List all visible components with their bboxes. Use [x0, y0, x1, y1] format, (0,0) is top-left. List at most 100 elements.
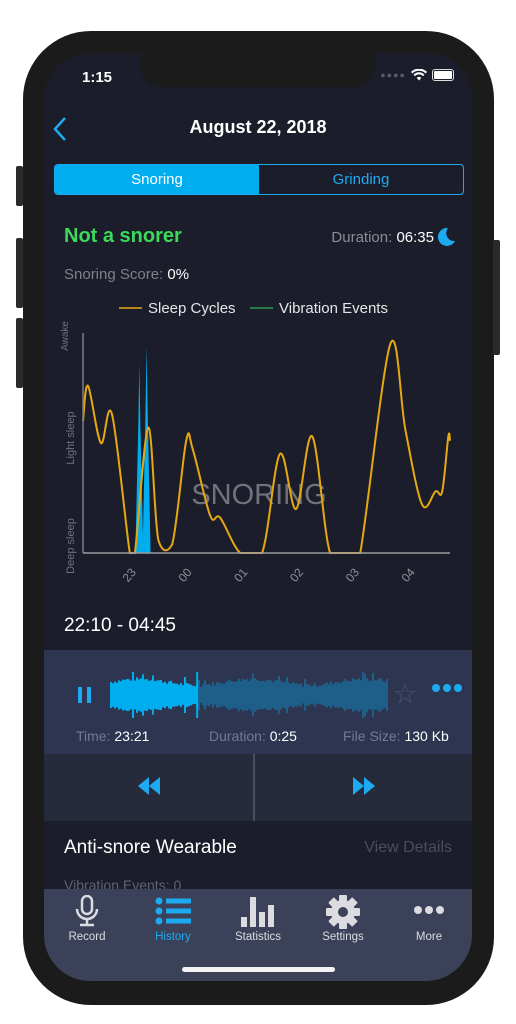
waveform-bar	[174, 683, 176, 707]
waveform-bar	[110, 682, 112, 708]
more-dots-icon	[414, 906, 444, 914]
segment-grinding[interactable]: Grinding	[259, 165, 463, 194]
waveform-bar	[290, 683, 292, 707]
recording-time: Time: 23:21	[76, 728, 149, 744]
waveform-bar	[176, 683, 178, 707]
waveform-bar	[340, 683, 342, 707]
waveform-bar	[294, 683, 296, 707]
waveform-bar	[238, 678, 240, 712]
waveform-bar	[140, 678, 142, 712]
waveform-bar	[214, 685, 216, 705]
more-dots-icon[interactable]	[431, 683, 463, 693]
snorer-verdict: Not a snorer	[64, 225, 182, 247]
waveform-bar	[262, 680, 264, 710]
waveform-bar	[364, 673, 366, 717]
waveform-bar	[282, 682, 284, 708]
tab-label: Record	[68, 931, 106, 943]
waveform-bar	[312, 685, 314, 705]
x-tick-label: 03	[343, 565, 363, 584]
waveform-bar	[200, 686, 202, 704]
waveform-bar	[348, 680, 350, 710]
waveform-bar	[338, 682, 340, 708]
x-tick-label: 02	[287, 565, 307, 584]
screen: 1:15 ●●●● August 22, 2018 Snoring Grindi…	[44, 53, 472, 981]
moon-icon	[437, 227, 455, 246]
segment-snoring[interactable]: Snoring	[55, 165, 259, 194]
waveform-bar	[342, 681, 344, 709]
x-tick-label: 01	[231, 565, 251, 584]
waveform-bar	[314, 682, 316, 708]
waveform-bar	[308, 684, 310, 706]
duration-value: 06:35	[396, 229, 434, 246]
bar-chart-icon	[241, 897, 274, 927]
waveform-bar	[132, 672, 134, 718]
waveform-bar	[254, 678, 256, 712]
status-time: 1:15	[82, 69, 113, 86]
waveform-bar	[292, 682, 294, 708]
waveform-bar	[384, 682, 386, 708]
waveform-bar	[324, 683, 326, 707]
waveform-bar	[166, 683, 168, 707]
pause-icon[interactable]	[78, 685, 92, 705]
waveform-bar	[274, 680, 276, 710]
duration-label: Duration:	[209, 728, 266, 744]
star-outline-icon[interactable]: ☆	[393, 681, 417, 708]
waveform-bar	[152, 675, 154, 715]
gear-icon	[326, 895, 360, 929]
waveform-bar	[266, 680, 268, 710]
waveform-bar	[224, 683, 226, 707]
recording-range: 22:10 - 04:45	[64, 615, 176, 636]
waveform-bar	[346, 680, 348, 710]
home-indicator[interactable]	[182, 967, 335, 972]
waveform-bar	[350, 681, 352, 709]
waveform-bar	[288, 682, 290, 708]
fast-forward-icon[interactable]	[353, 777, 375, 795]
waveform-bar	[328, 683, 330, 707]
x-tick-label: 04	[399, 565, 419, 584]
waveform-bar	[362, 672, 364, 718]
waveform-bar	[186, 682, 188, 708]
waveform-bar	[306, 684, 308, 706]
waveform-bar	[256, 680, 258, 710]
waveform-bar	[264, 681, 266, 709]
waveform-bar	[112, 683, 114, 707]
waveform-bar	[188, 683, 190, 707]
waveform-bar	[124, 679, 126, 711]
legend-label-vibration-events: Vibration Events	[279, 300, 388, 317]
recording-file-size: File Size: 130 Kb	[343, 728, 449, 744]
waveform-bar	[146, 679, 148, 711]
waveform-bar	[272, 682, 274, 708]
waveform-bar	[120, 681, 122, 709]
waveform-bar	[320, 685, 322, 705]
waveform-bar	[198, 679, 200, 711]
waveform-bar	[270, 680, 272, 710]
wearable-title: Anti-snore Wearable	[64, 837, 237, 858]
duration-label: Duration:	[331, 229, 393, 246]
playhead[interactable]	[196, 672, 199, 718]
waveform-bar	[144, 679, 146, 711]
tab-label: Settings	[322, 931, 364, 943]
waveform-bar	[208, 683, 210, 707]
snoring-score: Snoring Score: 0%	[64, 266, 189, 283]
mute-switch	[16, 166, 23, 206]
waveform-bar	[218, 682, 220, 708]
rewind-icon[interactable]	[138, 777, 160, 795]
waveform-bar	[158, 680, 160, 710]
waveform-bar	[310, 686, 312, 704]
waveform-bar	[248, 681, 250, 709]
time-value: 23:21	[114, 728, 150, 744]
waveform-bar	[148, 680, 150, 710]
waveform-bar	[332, 684, 334, 706]
time-label: Time:	[76, 728, 111, 744]
waveform-bar	[138, 679, 140, 711]
view-details-link[interactable]: View Details	[364, 839, 452, 857]
waveform-bar	[382, 681, 384, 709]
legend-label-sleep-cycles: Sleep Cycles	[148, 300, 236, 317]
waveform-bar	[378, 678, 380, 712]
waveform-bar	[122, 679, 124, 711]
duration-value: 0:25	[269, 728, 297, 744]
notch	[140, 53, 376, 87]
waveform-bar	[330, 681, 332, 709]
waveform-bar	[228, 679, 230, 711]
audio-waveform[interactable]	[110, 672, 388, 718]
